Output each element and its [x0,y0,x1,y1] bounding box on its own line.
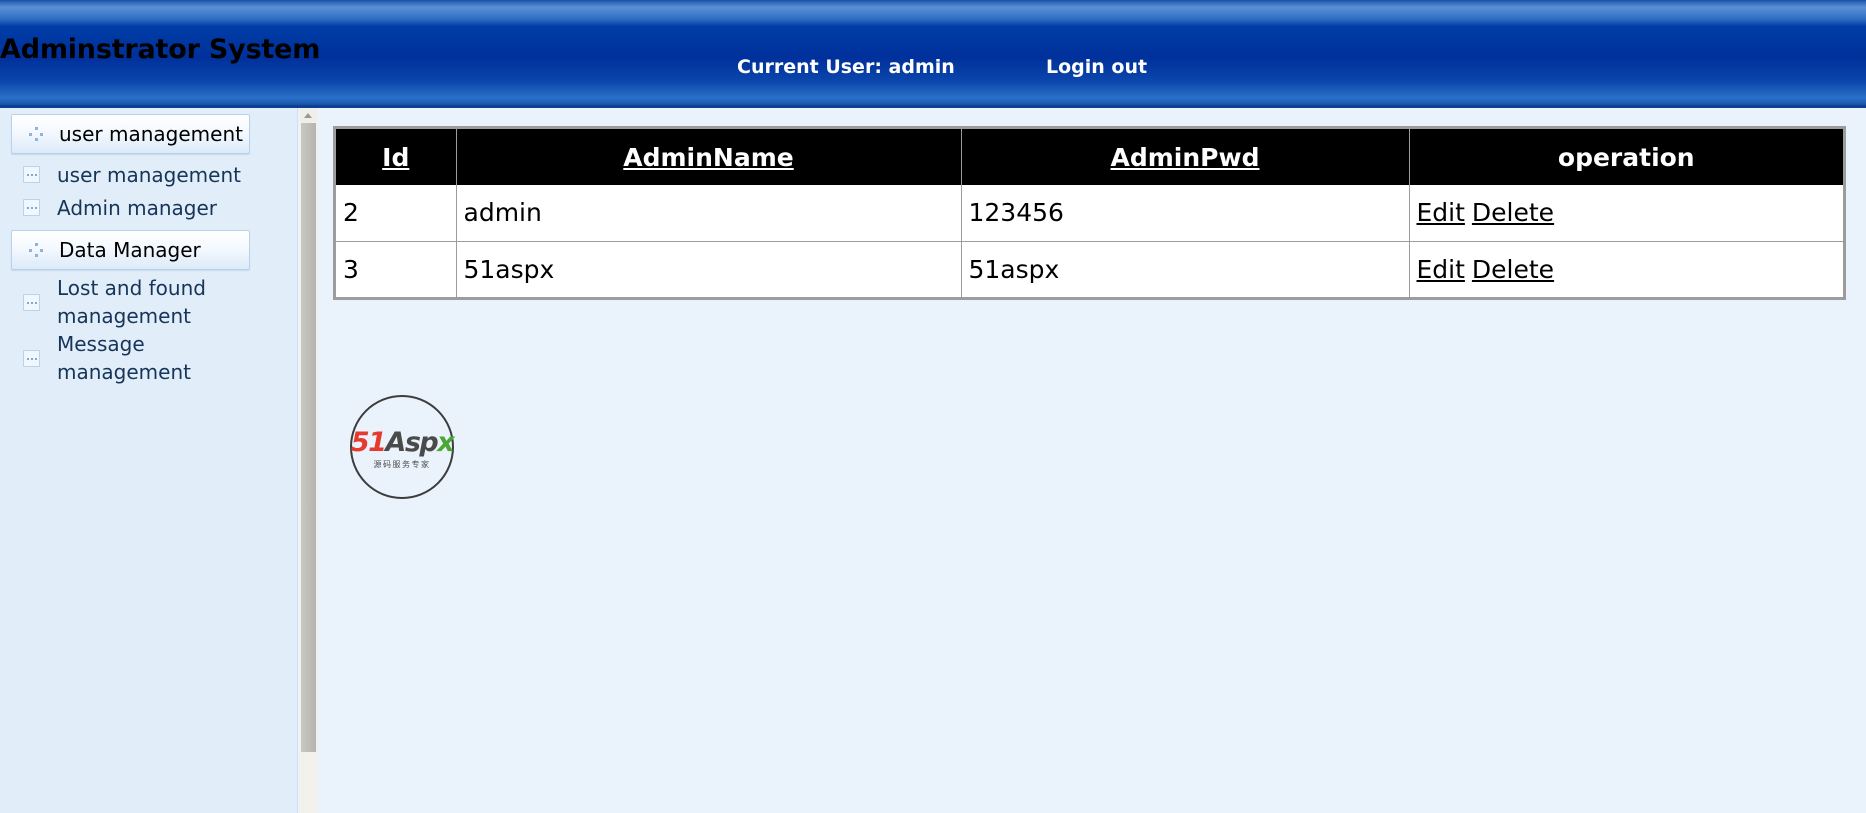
top-banner: Adminstrator System Current User: admin … [0,0,1866,108]
cell-id: 3 [336,240,457,297]
logo-text-x: x [437,427,454,458]
sidebar-item-label: user management [57,162,241,187]
logo-text-asp: Asp [385,427,438,458]
logout-link[interactable]: Login out [1046,56,1147,78]
logo-tagline: 源码服务专家 [373,460,431,469]
current-user-label: Current User: admin [737,56,955,78]
dot-box-icon [23,166,40,183]
column-header-operation-label: operation [1557,142,1695,172]
sidebar-item-label: Admin manager [57,195,217,220]
plus-dots-icon [29,243,43,257]
51aspx-logo: 51Aspx 源码服务专家 [350,395,455,499]
sidebar-group-data-manager[interactable]: Data Manager [11,230,250,270]
sidebar-item-user-management[interactable]: user management [0,158,298,191]
sidebar-item-admin-manager[interactable]: Admin manager [0,191,298,224]
plus-dots-icon [29,127,43,141]
edit-link[interactable]: Edit [1417,255,1465,284]
cell-id: 2 [336,185,457,241]
sort-link-adminpwd[interactable]: AdminPwd [1111,143,1260,172]
column-header-id[interactable]: Id [336,129,457,185]
sidebar-group-user-management[interactable]: user management [11,114,250,154]
sidebar-scrollbar[interactable] [300,108,317,813]
delete-link[interactable]: Delete [1472,255,1554,284]
cell-adminpwd: 51aspx [961,240,1410,297]
logo-text-51: 51 [350,427,387,458]
dot-box-icon [23,199,40,216]
sidebar-menu: user management user management Admin ma… [0,108,298,813]
table-row: 3 51aspx 51aspx Edit Delete [336,240,1843,297]
logo-wordmark: 51Aspx [341,429,463,456]
sidebar-group-label: user management [59,122,243,146]
admin-grid: Id AdminName AdminPwd operation 2 admin … [333,126,1846,300]
scroll-up-arrow-icon[interactable] [300,108,317,122]
column-header-adminname[interactable]: AdminName [456,129,962,185]
dot-box-icon [23,293,40,311]
delete-link[interactable]: Delete [1472,198,1554,227]
cell-operation: Edit Delete [1409,185,1843,241]
sidebar-group-label: Data Manager [59,238,201,262]
cell-adminpwd: 123456 [961,185,1410,241]
edit-link[interactable]: Edit [1417,198,1465,227]
sidebar: user management user management Admin ma… [0,108,298,813]
admin-system-page: Adminstrator System Current User: admin … [0,0,1866,813]
page-title: Adminstrator System [0,34,321,65]
cell-adminname: 51aspx [456,240,962,297]
sort-link-id[interactable]: Id [382,143,409,172]
sidebar-item-lost-and-found-management[interactable]: Lost and found management [0,274,298,330]
scrollbar-thumb[interactable] [301,123,316,752]
table-header-row: Id AdminName AdminPwd operation [336,129,1843,185]
sidebar-item-label: Message management [57,332,191,384]
sidebar-item-label: Lost and found management [57,276,206,328]
column-header-operation: operation [1409,129,1843,185]
table-row: 2 admin 123456 Edit Delete [336,185,1843,241]
column-header-adminpwd[interactable]: AdminPwd [961,129,1410,185]
sort-link-adminname[interactable]: AdminName [623,143,793,172]
cell-operation: Edit Delete [1409,240,1843,297]
content-area: Id AdminName AdminPwd operation 2 admin … [317,108,1866,813]
dot-box-icon [23,349,40,367]
sidebar-item-message-management[interactable]: Message management [0,330,298,386]
cell-adminname: admin [456,185,962,241]
